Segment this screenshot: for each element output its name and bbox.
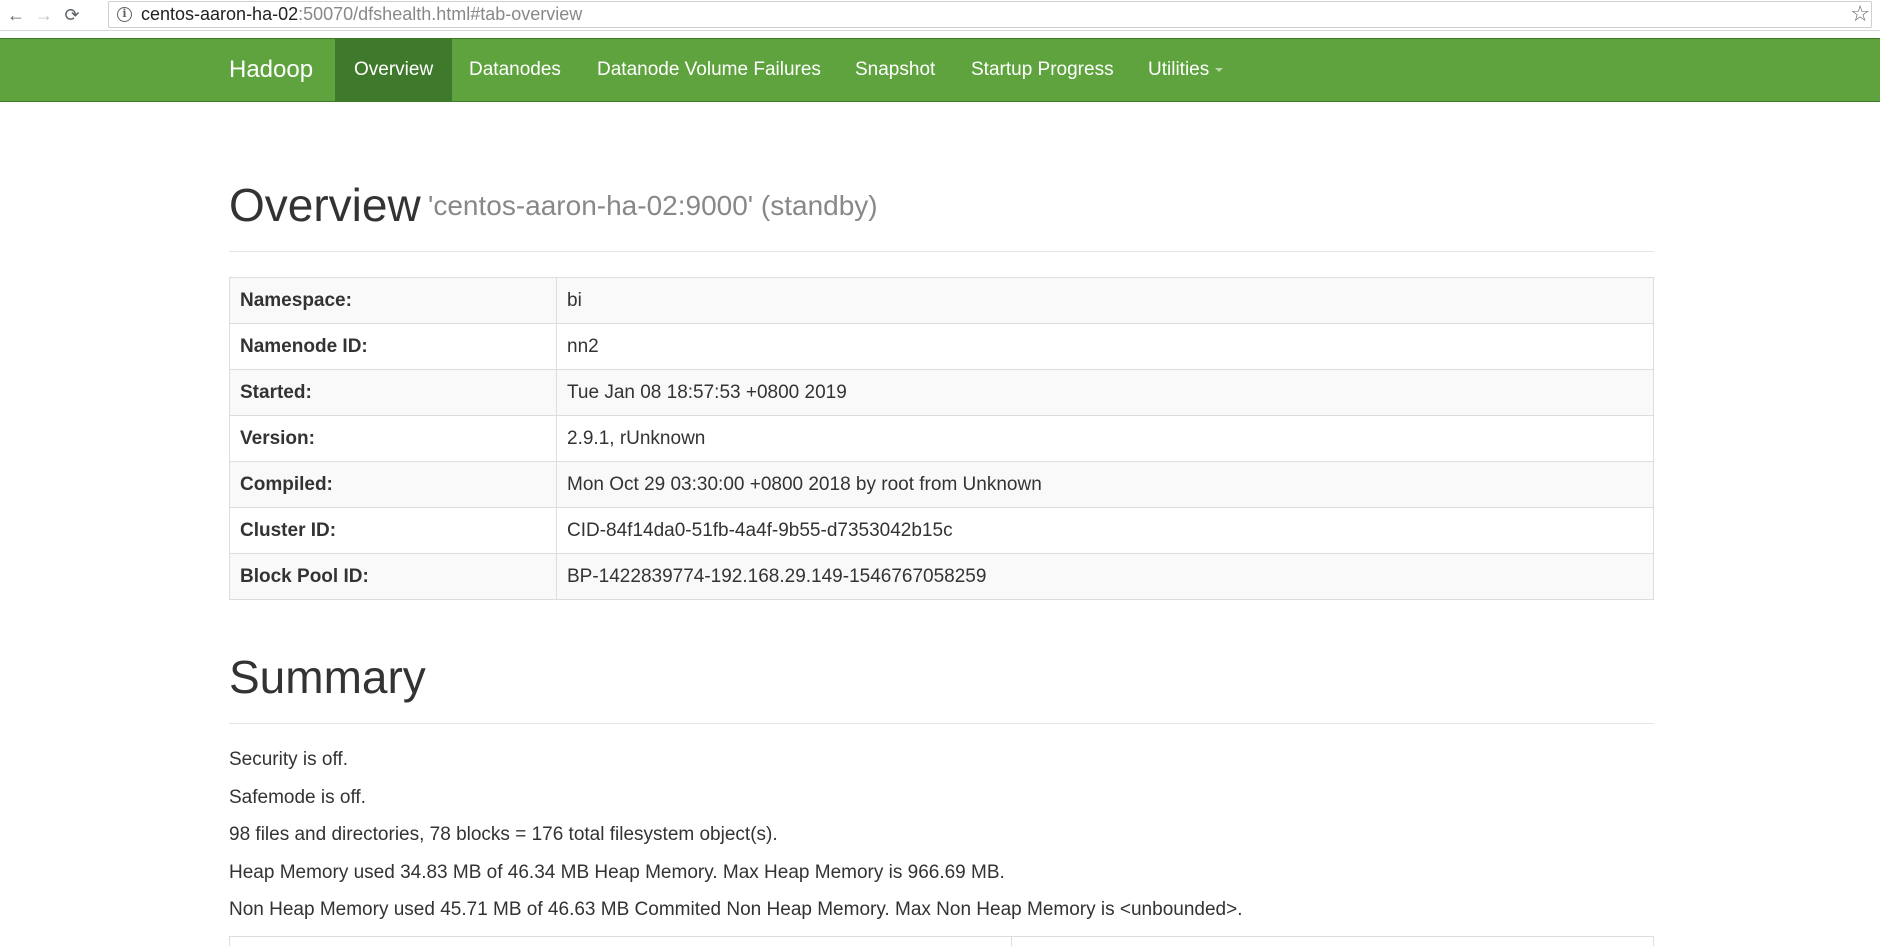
row-key: Version: xyxy=(229,415,557,462)
summary-filesystem-objects: 98 files and directories, 78 blocks = 17… xyxy=(229,824,778,845)
row-value: nn2 xyxy=(556,323,1654,370)
summary-security: Security is off. xyxy=(229,749,348,770)
brand-logo[interactable]: Hadoop xyxy=(229,39,313,101)
summary-non-heap-memory: Non Heap Memory used 45.71 MB of 46.63 M… xyxy=(229,899,1243,920)
table-column-divider xyxy=(1011,937,1012,946)
summary-safemode: Safemode is off. xyxy=(229,787,366,808)
row-key: Compiled: xyxy=(229,461,557,508)
row-key: Cluster ID: xyxy=(229,507,557,554)
tab-datanode-volume-failures-label: Datanode Volume Failures xyxy=(597,59,821,80)
tab-overview[interactable]: Overview xyxy=(335,39,453,101)
back-icon[interactable]: ← xyxy=(4,3,28,27)
table-row: Namenode ID: nn2 xyxy=(229,323,1654,370)
table-row: Version: 2.9.1, rUnknown xyxy=(229,415,1654,462)
table-row: Block Pool ID: BP-1422839774-192.168.29.… xyxy=(229,553,1654,600)
row-value: CID-84f14da0-51fb-4a4f-9b55-d7353042b15c xyxy=(556,507,1654,554)
reload-icon[interactable]: ⟳ xyxy=(60,3,84,27)
tab-datanodes[interactable]: Datanodes xyxy=(469,39,561,101)
tab-datanodes-label: Datanodes xyxy=(469,59,561,80)
browser-toolbar: ← → ⟳ i centos-aaron-ha-02:50070/dfsheal… xyxy=(0,0,1880,31)
url-path: :50070/dfshealth.html#tab-overview xyxy=(298,4,583,24)
overview-header: Overview 'centos-aaron-ha-02:9000' (stan… xyxy=(229,168,1654,252)
summary-title: Summary xyxy=(229,651,426,703)
tab-snapshot-label: Snapshot xyxy=(855,59,936,80)
address-bar[interactable]: i centos-aaron-ha-02:50070/dfshealth.htm… xyxy=(108,1,1872,28)
tab-utilities[interactable]: Utilities xyxy=(1148,39,1224,101)
row-value: Tue Jan 08 18:57:53 +0800 2019 xyxy=(556,369,1654,416)
summary-table-partial xyxy=(229,936,1654,946)
bookmark-star-icon[interactable]: ☆ xyxy=(1850,1,1870,27)
row-value: BP-1422839774-192.168.29.149-15467670582… xyxy=(556,553,1654,600)
tab-snapshot[interactable]: Snapshot xyxy=(855,39,935,101)
page-subtitle: 'centos-aaron-ha-02:9000' (standby) xyxy=(428,190,878,221)
top-navbar: Hadoop Overview Datanodes Datanode Volum… xyxy=(0,38,1880,102)
summary-header: Summary xyxy=(229,640,1654,724)
tab-startup-progress-label: Startup Progress xyxy=(971,59,1114,80)
row-value: bi xyxy=(556,277,1654,324)
table-row: Started: Tue Jan 08 18:57:53 +0800 2019 xyxy=(229,369,1654,416)
table-row: Cluster ID: CID-84f14da0-51fb-4a4f-9b55-… xyxy=(229,507,1654,554)
forward-icon[interactable]: → xyxy=(32,3,56,27)
summary-heap-memory: Heap Memory used 34.83 MB of 46.34 MB He… xyxy=(229,862,1005,883)
row-key: Namenode ID: xyxy=(229,323,557,370)
row-value: 2.9.1, rUnknown xyxy=(556,415,1654,462)
overview-table: Namespace: bi Namenode ID: nn2 Started: … xyxy=(229,277,1654,600)
table-row: Compiled: Mon Oct 29 03:30:00 +0800 2018… xyxy=(229,461,1654,508)
url-host: centos-aaron-ha-02 xyxy=(141,4,299,24)
row-key: Block Pool ID: xyxy=(229,553,557,600)
row-value: Mon Oct 29 03:30:00 +0800 2018 by root f… xyxy=(556,461,1654,508)
tab-overview-label: Overview xyxy=(354,59,434,80)
table-row: Namespace: bi xyxy=(229,277,1654,324)
page-title: Overview xyxy=(229,179,421,231)
row-key: Namespace: xyxy=(229,277,557,324)
tab-startup-progress[interactable]: Startup Progress xyxy=(971,39,1114,101)
site-info-icon[interactable]: i xyxy=(117,7,132,22)
tab-utilities-label: Utilities xyxy=(1148,59,1210,80)
row-key: Started: xyxy=(229,369,557,416)
caret-down-icon xyxy=(1215,67,1224,72)
tab-datanode-volume-failures[interactable]: Datanode Volume Failures xyxy=(597,39,821,101)
